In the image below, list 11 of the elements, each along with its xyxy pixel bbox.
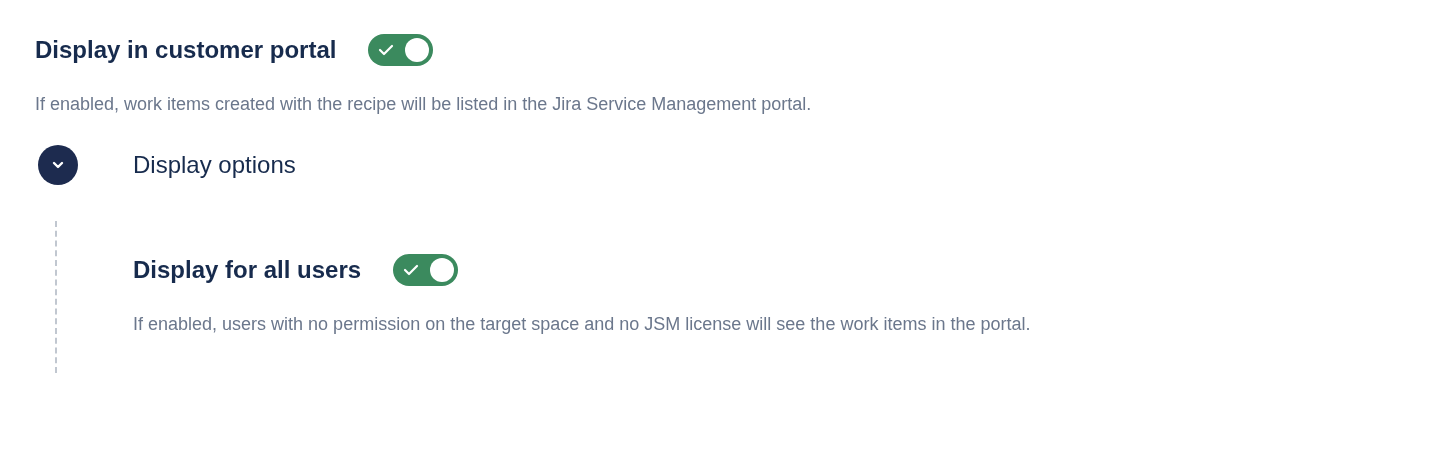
- toggle-switch[interactable]: [393, 254, 459, 286]
- section-title: Display options: [133, 151, 296, 179]
- check-icon: [403, 264, 420, 276]
- check-icon: [378, 44, 395, 56]
- chevron-down-icon: [51, 160, 65, 170]
- setting-title: Display for all users: [133, 256, 362, 284]
- setting-description: If enabled, users with no permission on the target space and no JSM license will see the work items in the portal.: [133, 314, 1032, 335]
- chevron-button[interactable]: [38, 145, 78, 185]
- setting-description: If enabled, work items created with the recipe will be listed in the Jira Service Management portal.: [35, 94, 813, 115]
- toggle-switch[interactable]: [368, 34, 434, 66]
- setting-title: Display in customer portal: [35, 36, 337, 64]
